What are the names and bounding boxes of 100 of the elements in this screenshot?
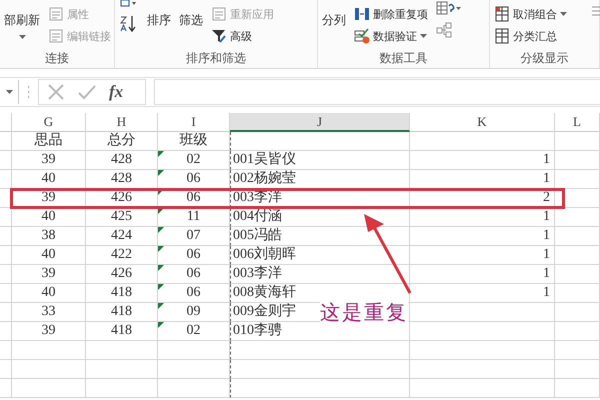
empty-cell	[555, 379, 600, 398]
ribbon-button[interactable]: 取消组合	[494, 5, 567, 23]
empty-cell	[555, 265, 600, 284]
table-cell: 40	[12, 284, 86, 303]
ribbon-button[interactable]: 排序	[147, 0, 171, 29]
group-label: 排序和筛选	[185, 50, 247, 66]
empty-cell	[555, 360, 600, 379]
column-header[interactable]	[0, 113, 12, 132]
table-cell: 班级	[158, 132, 230, 151]
ungroup-icon[interactable]	[590, 4, 600, 18]
ribbon-icon	[48, 6, 64, 22]
ribbon-button[interactable]: 高级	[211, 27, 274, 45]
empty-cell	[0, 322, 12, 341]
ribbon-icon	[494, 6, 510, 22]
group-label: 数据工具	[378, 50, 428, 66]
group-label: 分级显示	[520, 50, 570, 66]
empty-cell	[555, 208, 600, 227]
table-cell: 02	[186, 152, 200, 167]
ribbon-icon	[354, 28, 370, 44]
table-cell: 07	[186, 228, 200, 243]
table-cell: 418	[86, 322, 158, 341]
empty-cell	[0, 132, 12, 151]
table-cell: 思品	[12, 132, 86, 151]
column-header[interactable]: J	[230, 113, 410, 132]
table-cell: 1	[410, 246, 555, 265]
table-cell: 06	[186, 266, 200, 281]
ribbon-button[interactable]: 数据验证	[354, 27, 428, 45]
dropdown-icon	[6, 90, 12, 94]
empty-cell	[0, 170, 12, 189]
table-cell: 总分	[86, 132, 158, 151]
empty-cell	[86, 360, 158, 379]
table-cell: 003李洋	[230, 265, 410, 284]
table-cell: 39	[12, 322, 86, 341]
sort-icon[interactable]	[119, 0, 137, 8]
table-cell: 426	[86, 265, 158, 284]
column-header[interactable]: G	[12, 113, 86, 132]
table-cell: 418	[86, 284, 158, 303]
table-help-icon[interactable]	[436, 0, 462, 16]
empty-cell	[0, 246, 12, 265]
ribbon-icon	[48, 28, 64, 44]
empty-cell	[158, 379, 230, 398]
formula-input[interactable]	[154, 79, 600, 105]
column-header[interactable]: L	[555, 113, 600, 132]
ribbon-button[interactable]: 删除重复项	[354, 5, 428, 23]
table-cell: 1	[410, 208, 555, 227]
table-cell: 001吴皆仪	[230, 151, 410, 170]
empty-cell	[555, 303, 600, 322]
ribbon-button[interactable]: 分类汇总	[494, 27, 567, 45]
table-cell: 39	[12, 151, 86, 170]
empty-cell	[555, 341, 600, 360]
empty-cell	[86, 379, 158, 398]
table-cell: 39	[12, 265, 86, 284]
ribbon-icon	[494, 28, 510, 44]
insert-function-button[interactable]: fx	[109, 82, 124, 102]
empty-cell	[0, 208, 12, 227]
table-cell: 428	[86, 151, 158, 170]
ribbon-button[interactable]: 分列	[322, 0, 346, 29]
table-cell: 1	[410, 265, 555, 284]
column-header[interactable]: H	[86, 113, 158, 132]
empty-cell	[0, 227, 12, 246]
table-cell: 2	[410, 189, 555, 208]
empty-cell	[555, 132, 600, 151]
check-icon[interactable]	[77, 84, 97, 100]
table-cell: 11	[186, 209, 200, 224]
empty-cell	[555, 151, 600, 170]
table-cell: 33	[12, 303, 86, 322]
empty-cell	[86, 341, 158, 360]
empty-cell	[0, 341, 12, 360]
ribbon-icon	[211, 28, 227, 44]
empty-cell	[0, 151, 12, 170]
ribbon-icon	[211, 6, 227, 22]
group-label: 连接	[44, 50, 70, 66]
table-cell: 38	[12, 227, 86, 246]
empty-cell	[555, 227, 600, 246]
empty-cell	[555, 322, 600, 341]
table-cell: 39	[12, 189, 86, 208]
empty-cell	[555, 284, 600, 303]
relationships-icon[interactable]	[436, 22, 452, 38]
table-cell: 40	[12, 170, 86, 189]
table-cell: 1	[410, 170, 555, 189]
table-cell: 418	[86, 303, 158, 322]
annotation-text: 这是重复	[320, 301, 408, 325]
ribbon-button[interactable]: 部刷新	[4, 0, 40, 39]
table-cell: 02	[186, 323, 200, 338]
ribbon-icon	[354, 6, 370, 22]
empty-cell	[555, 246, 600, 265]
cancel-icon[interactable]	[47, 83, 65, 101]
table-cell: 40	[12, 246, 86, 265]
column-header[interactable]: K	[410, 113, 555, 132]
table-cell: 002杨婉莹	[230, 170, 410, 189]
table-cell: 06	[186, 171, 200, 186]
grip-icon[interactable]	[27, 85, 30, 99]
table-cell: 40	[12, 208, 86, 227]
table-cell: 1	[410, 227, 555, 246]
empty-cell	[0, 303, 12, 322]
ribbon-button[interactable]: 筛选	[179, 0, 203, 29]
empty-cell	[0, 265, 12, 284]
table-cell: 1	[410, 151, 555, 170]
empty-cell	[0, 284, 12, 303]
table-cell: 1	[410, 284, 555, 303]
